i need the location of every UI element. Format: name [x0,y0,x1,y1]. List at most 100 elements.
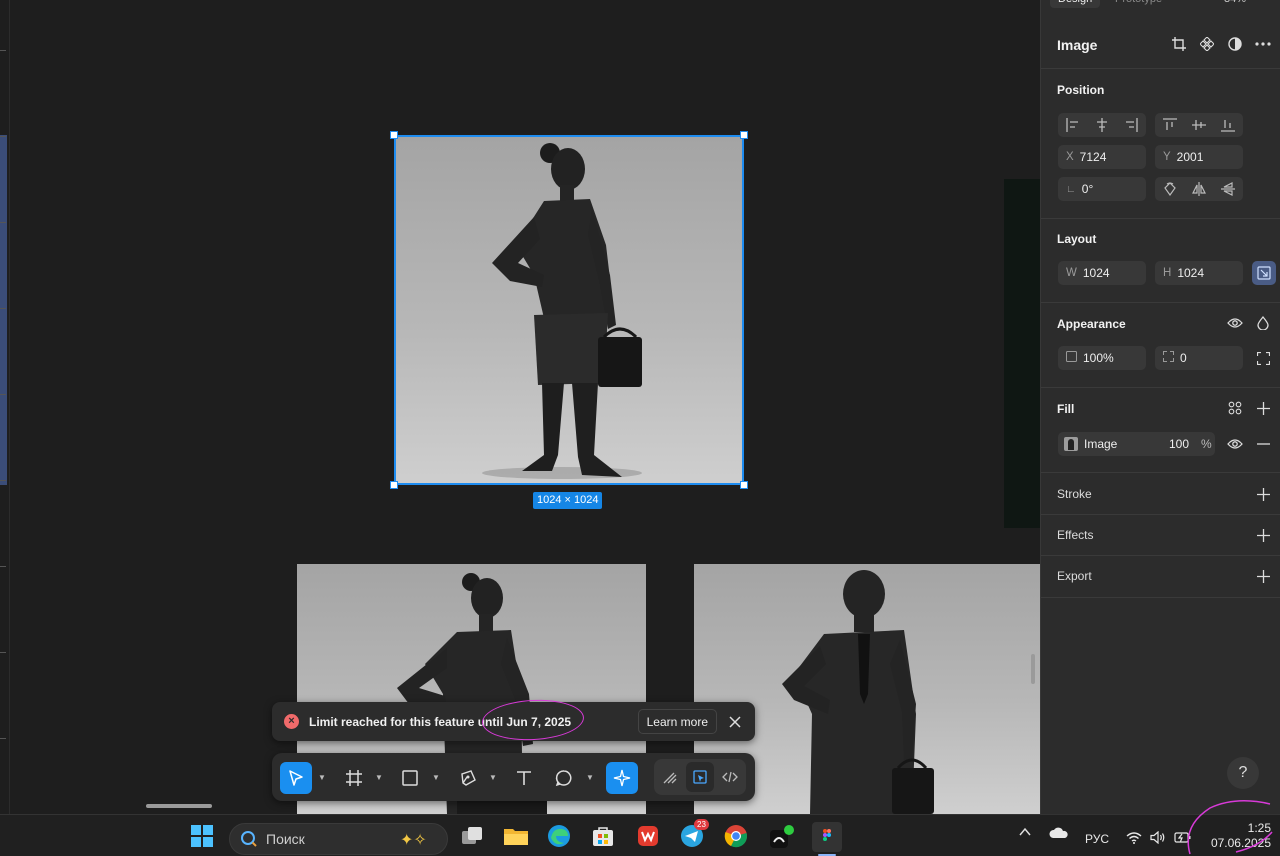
taskbar-search[interactable]: Поиск ✦✧ [229,823,448,855]
code-icon [722,771,738,783]
individual-corners-icon[interactable] [1251,346,1275,370]
layer-type-title: Image [1057,37,1098,53]
help-button[interactable]: ? [1227,757,1259,789]
fill-opacity-unit: % [1201,437,1212,451]
design-mode-button[interactable] [686,762,714,792]
stroke-section: Stroke [1041,473,1280,515]
remove-fill-icon[interactable] [1251,432,1275,456]
frame-icon [346,770,362,786]
telegram-icon[interactable]: 23 [680,819,709,850]
align-right-icon[interactable] [1116,113,1145,137]
x-position-field[interactable]: X 7124 [1058,145,1146,169]
ai-actions-button[interactable] [606,762,638,794]
chrome-browser-icon[interactable] [724,824,750,850]
learn-more-button[interactable]: Learn more [637,709,717,734]
error-icon: × [284,714,299,729]
frame-tool-button[interactable] [338,762,370,794]
opacity-value: 100% [1083,351,1114,365]
corner-radius-field[interactable]: 0 [1155,346,1243,370]
design-canvas[interactable]: 1024 × 1024 [0,0,1040,814]
file-explorer-icon[interactable] [503,824,529,850]
component-icon[interactable] [1195,32,1219,56]
text-tool-button[interactable] [508,762,540,794]
onedrive-cloud-icon[interactable] [1049,827,1069,842]
resize-handle-top-right[interactable] [740,131,748,139]
show-hidden-icons-chevron-up-icon[interactable] [1019,826,1031,840]
left-ruler [0,0,10,814]
height-field[interactable]: H 1024 [1155,261,1243,285]
resize-to-fit-icon[interactable] [1252,261,1276,285]
add-stroke-icon[interactable] [1251,482,1275,506]
rectangle-tool-button[interactable] [394,762,426,794]
chevron-down-icon[interactable]: ▼ [318,773,326,782]
windows-start-icon[interactable] [190,824,216,850]
chevron-down-icon[interactable]: ▼ [489,773,497,782]
figma-app-icon[interactable] [812,822,842,852]
zoom-level[interactable]: 34% [1224,0,1246,8]
draw-mode-button[interactable] [656,762,684,792]
transform-group [1155,177,1243,201]
rotate-icon[interactable] [1155,177,1184,201]
crop-icon[interactable] [1167,32,1191,56]
chevron-down-icon[interactable]: ▼ [375,773,383,782]
corner-radius-value: 0 [1180,351,1187,365]
resize-handle-bottom-left[interactable] [390,481,398,489]
fill-opacity-value[interactable]: 100 [1169,437,1189,451]
sparkle-icon [613,769,631,787]
wifi-icon[interactable] [1126,831,1142,847]
horizontal-scrollbar[interactable] [146,804,212,808]
fill-visibility-eye-icon[interactable] [1223,432,1247,456]
wps-office-icon[interactable] [636,824,662,850]
fill-row[interactable]: Image 100 % [1058,432,1215,456]
image-thumbnail-icon [1064,437,1078,451]
y-position-field[interactable]: Y 2001 [1155,145,1243,169]
add-effect-icon[interactable] [1251,523,1275,547]
opacity-icon [1066,351,1077,365]
eye-icon[interactable] [1223,311,1247,335]
align-bottom-icon[interactable] [1213,113,1242,137]
resize-handle-top-left[interactable] [390,131,398,139]
tab-prototype[interactable]: Prototype [1115,0,1162,8]
messenger-app-icon[interactable] [768,824,794,850]
add-fill-icon[interactable] [1251,396,1275,420]
edge-browser-icon[interactable] [547,824,573,850]
add-export-icon[interactable] [1251,564,1275,588]
input-language-indicator[interactable]: РУС [1085,832,1109,846]
move-tool-button[interactable] [280,762,312,794]
opacity-field[interactable]: 100% [1058,346,1146,370]
align-top-icon[interactable] [1155,113,1184,137]
volume-icon[interactable] [1150,830,1166,847]
screen: 1024 × 1024 × Limit reached for this fea… [0,0,1280,856]
align-middle-icon[interactable] [1184,113,1213,137]
microsoft-store-icon[interactable] [591,824,617,850]
windows-taskbar: Поиск ✦✧ 23 РУС 1:25 07.06.2025 [0,814,1280,856]
rectangle-icon [402,770,418,786]
comment-tool-button[interactable] [548,762,580,794]
design-mode-icon [693,770,707,784]
chevron-down-icon[interactable]: ▼ [432,773,440,782]
close-toast-icon[interactable] [725,712,745,732]
pen-tool-button[interactable] [452,762,484,794]
search-placeholder: Поиск [266,831,305,847]
flip-vertical-icon[interactable] [1213,177,1242,201]
align-center-h-icon[interactable] [1087,113,1116,137]
more-options-icon[interactable] [1251,32,1275,56]
mask-icon[interactable] [1223,32,1247,56]
flip-horizontal-icon[interactable] [1184,177,1213,201]
effects-section: Effects [1041,515,1280,556]
telegram-unread-badge: 23 [694,819,709,830]
bottom-toolbar: ▼ ▼ ▼ ▼ ▼ [272,753,755,801]
resize-handle-bottom-right[interactable] [740,481,748,489]
styles-grid-icon[interactable] [1223,396,1247,420]
blend-mode-icon[interactable] [1251,311,1275,335]
offscreen-image-edge[interactable] [1004,179,1040,528]
width-field[interactable]: W 1024 [1058,261,1146,285]
chevron-down-icon[interactable]: ▼ [586,773,594,782]
dev-mode-button[interactable] [716,762,744,792]
align-left-icon[interactable] [1058,113,1087,137]
export-section: Export [1041,556,1280,598]
rotation-field[interactable]: ∟ 0° [1058,177,1146,201]
vertical-scrollbar[interactable] [1031,654,1035,684]
task-view-icon[interactable] [460,824,486,850]
tab-design[interactable]: Design [1050,0,1101,8]
